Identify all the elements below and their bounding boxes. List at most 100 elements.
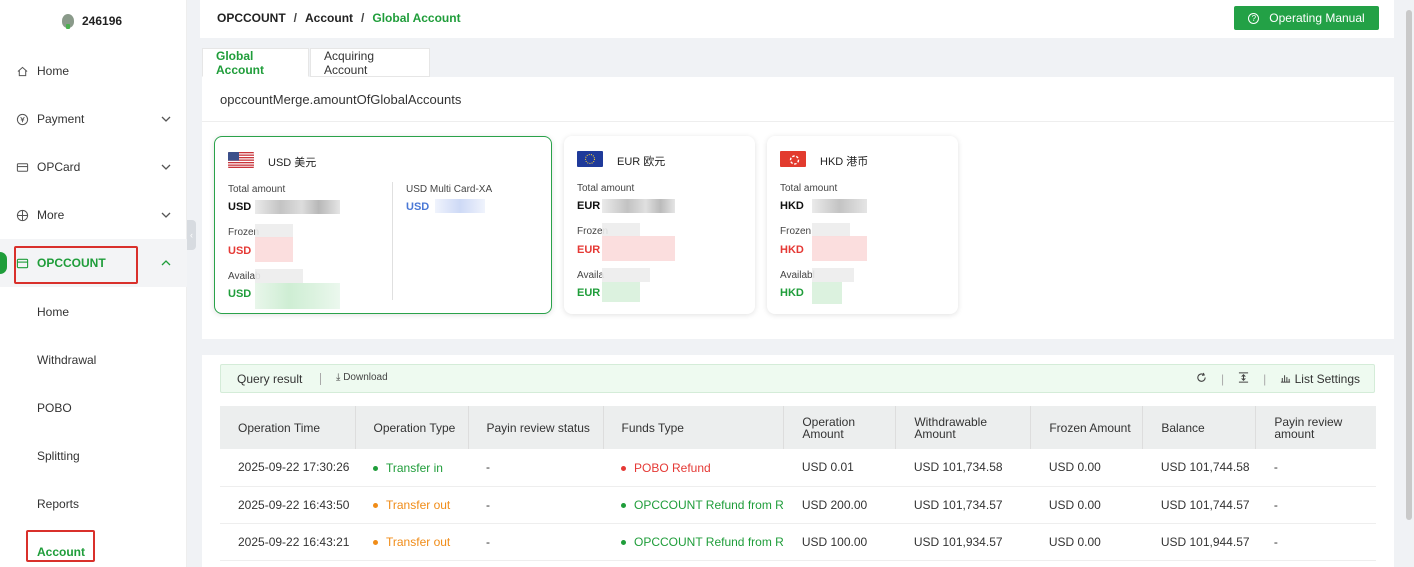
collapse-sidebar-handle[interactable]: ‹ bbox=[187, 220, 196, 250]
total-amount-prefix: EUR bbox=[577, 200, 601, 212]
sidebar-item-label: More bbox=[37, 208, 65, 222]
currency-card-hkd[interactable]: HKD 港币 Total amount HKD Frozen HKD Avail… bbox=[767, 136, 958, 314]
page-scrollbar[interactable] bbox=[1406, 10, 1412, 520]
masked-value bbox=[435, 199, 485, 213]
masked-value bbox=[255, 200, 340, 214]
table-cell: POBO Refund bbox=[603, 449, 784, 487]
column-header[interactable]: Payin review amount bbox=[1255, 406, 1376, 449]
divider: | bbox=[1263, 372, 1267, 386]
divider bbox=[392, 182, 393, 300]
table-row[interactable]: 2025-09-22 17:30:26 Transfer in - POBO Refu… bbox=[220, 449, 1376, 487]
column-header[interactable]: Balance bbox=[1142, 406, 1257, 449]
table-cell: - bbox=[1255, 486, 1376, 524]
total-amount-label: Total amount bbox=[780, 183, 838, 194]
breadcrumb-item[interactable]: Account bbox=[305, 11, 353, 25]
active-indicator bbox=[0, 252, 7, 274]
sidebar-item-more[interactable]: More bbox=[0, 191, 187, 239]
table-cell: 2025-09-22 16:43:50 bbox=[220, 486, 355, 524]
chevron-up-icon bbox=[161, 260, 171, 266]
frozen-prefix: USD bbox=[228, 245, 252, 257]
eu-flag-icon bbox=[577, 151, 603, 167]
table-row[interactable]: 2025-09-22 16:43:21 Transfer out - OPCCOUNT… bbox=[220, 523, 1376, 561]
table-cell: OPCCOUNT Refund from R bbox=[603, 523, 784, 561]
table-cell: 2025-09-22 16:43:21 bbox=[220, 523, 355, 561]
operating-manual-button[interactable]: ? Operating Manual bbox=[1234, 6, 1379, 30]
total-amount-prefix: USD bbox=[228, 201, 252, 213]
table-cell: - bbox=[468, 449, 603, 487]
query-result-label: Query result bbox=[237, 372, 303, 386]
list-settings-button[interactable]: List Settings bbox=[1280, 372, 1360, 386]
currency-card-eur[interactable]: EUR 欧元 Total amount EUR Frozen EUR Avail… bbox=[564, 136, 755, 314]
sub-item-home[interactable]: Home bbox=[37, 305, 69, 319]
card-icon bbox=[15, 160, 29, 174]
highlight-box bbox=[14, 246, 138, 284]
operation-type-status: Transfer out bbox=[373, 535, 450, 549]
download-button[interactable]: ⤓ Download bbox=[336, 372, 388, 383]
table-cell: - bbox=[1255, 523, 1376, 561]
tab-global-account[interactable]: Global Account bbox=[202, 48, 309, 77]
masked-value bbox=[602, 236, 675, 261]
available-label: Availabl bbox=[780, 270, 815, 281]
funds-type-status: OPCCOUNT Refund from R bbox=[621, 498, 784, 512]
masked-value bbox=[812, 199, 867, 213]
sidebar-item-label: Payment bbox=[37, 112, 85, 126]
masked-value bbox=[812, 282, 842, 304]
column-height-icon[interactable] bbox=[1238, 372, 1249, 386]
grid-icon bbox=[15, 208, 29, 222]
us-flag-icon bbox=[228, 152, 254, 168]
masked-value bbox=[255, 237, 293, 262]
frozen-label: Frozen bbox=[780, 226, 812, 237]
sidebar-item-payment[interactable]: Payment bbox=[0, 95, 187, 143]
download-label: Download bbox=[343, 372, 388, 383]
sub-item-splitting[interactable]: Splitting bbox=[37, 449, 80, 463]
breadcrumb-separator: / bbox=[293, 11, 298, 25]
table-header-row: Operation Time Operation Type Payin revi… bbox=[220, 406, 1376, 449]
results-panel: Query result ⤓ Download | | List Setting… bbox=[202, 355, 1394, 567]
results-table: Operation Time Operation Type Payin revi… bbox=[220, 406, 1376, 561]
header: OPCCOUNT / Account / Global Account ? Operat… bbox=[200, 0, 1394, 38]
column-header[interactable]: Withdrawable Amount bbox=[895, 406, 1032, 449]
masked-value bbox=[255, 224, 293, 238]
sidebar: 246196 Home Payment OPCard More OPCCOUNT bbox=[0, 0, 187, 567]
card-currency: USD 美元 bbox=[268, 157, 317, 169]
sidebar-item-label: Home bbox=[37, 64, 70, 78]
frozen-prefix: HKD bbox=[780, 244, 804, 256]
table-cell: USD 0.00 bbox=[1030, 486, 1143, 524]
account-id: 246196 bbox=[82, 14, 123, 28]
tab-acquiring-account[interactable]: Acquiring Account bbox=[310, 48, 430, 77]
hk-flag-icon bbox=[780, 151, 806, 167]
divider bbox=[202, 121, 1394, 122]
column-header[interactable]: Operation Amount bbox=[783, 406, 897, 449]
breadcrumb-item[interactable]: OPCCOUNT bbox=[217, 11, 286, 25]
list-settings-label: List Settings bbox=[1294, 372, 1360, 386]
column-header[interactable]: Funds Type bbox=[603, 406, 785, 449]
sub-item-pobo[interactable]: POBO bbox=[37, 401, 72, 415]
available-prefix: USD bbox=[228, 288, 252, 300]
divider: | bbox=[1221, 372, 1225, 386]
table-cell: USD 101,734.58 bbox=[895, 449, 1031, 487]
column-header[interactable]: Operation Time bbox=[220, 406, 356, 449]
multi-card-label: USD Multi Card-XA bbox=[406, 184, 493, 195]
refresh-icon[interactable] bbox=[1196, 372, 1207, 386]
column-header[interactable]: Operation Type bbox=[355, 406, 469, 449]
currency-card-usd[interactable]: USD 美元 Total amount USD Frozen USD Avail… bbox=[214, 136, 552, 314]
masked-value bbox=[255, 269, 303, 283]
table-cell: USD 101,744.57 bbox=[1142, 486, 1256, 524]
column-header[interactable]: Frozen Amount bbox=[1030, 406, 1144, 449]
table-row[interactable]: 2025-09-22 16:43:50 Transfer out - OPCCOUNT… bbox=[220, 486, 1376, 524]
table-cell: - bbox=[468, 523, 603, 561]
operation-type-status: Transfer in bbox=[373, 461, 443, 475]
available-label: Availa bbox=[577, 270, 605, 281]
table-cell: USD 101,944.57 bbox=[1142, 523, 1256, 561]
column-header[interactable]: Payin review status bbox=[468, 406, 604, 449]
sidebar-item-opcard[interactable]: OPCard bbox=[0, 143, 187, 191]
masked-value bbox=[812, 223, 850, 237]
total-amount-label: Total amount bbox=[228, 184, 286, 195]
sub-item-reports[interactable]: Reports bbox=[37, 497, 79, 511]
table-cell: - bbox=[1255, 449, 1376, 487]
masked-value bbox=[602, 199, 675, 213]
funds-type-status: OPCCOUNT Refund from R bbox=[621, 535, 784, 549]
sidebar-item-home[interactable]: Home bbox=[0, 47, 187, 95]
sub-item-withdrawal[interactable]: Withdrawal bbox=[37, 353, 96, 367]
masked-value bbox=[602, 223, 640, 237]
